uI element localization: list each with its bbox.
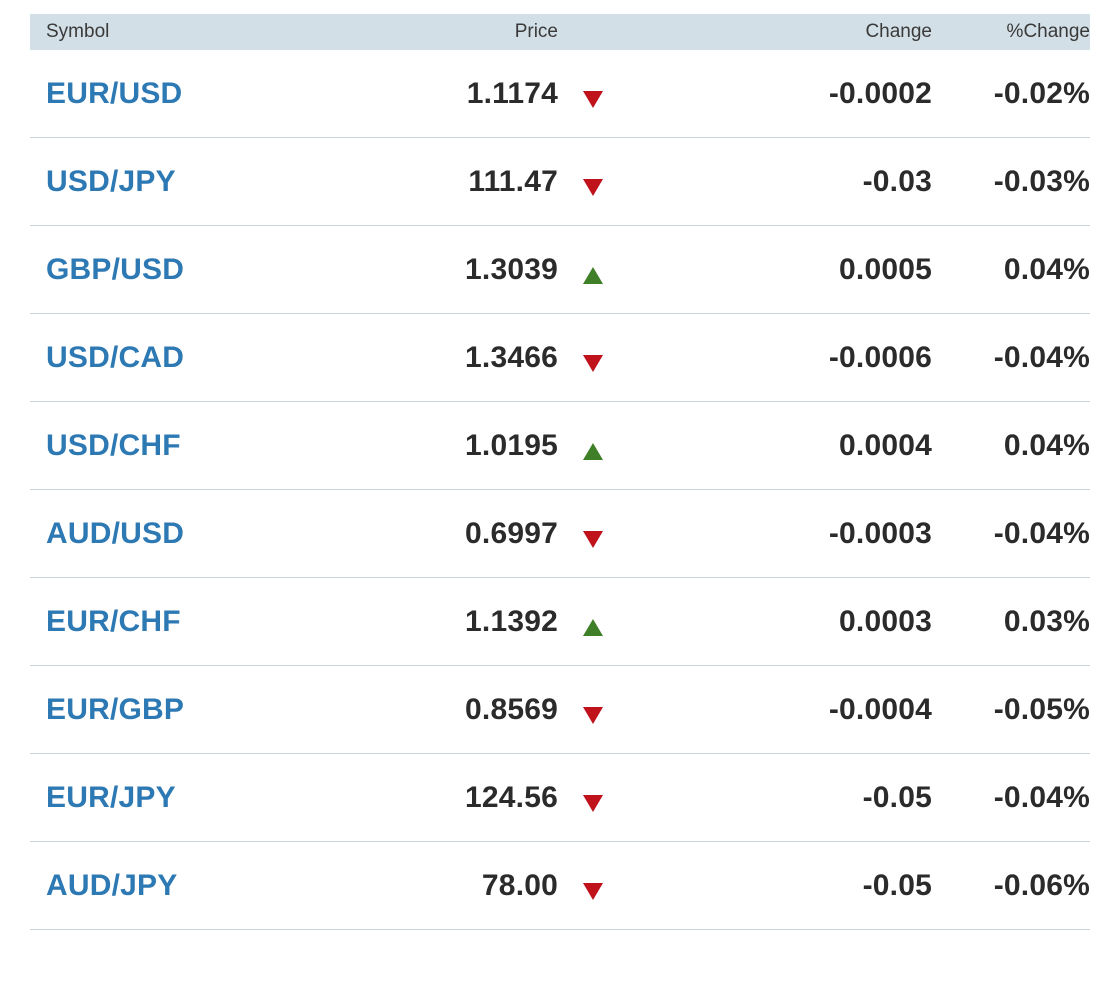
change-value: -0.0004: [828, 692, 932, 726]
table-row: USD/CAD 1.3466 -0.0006 -0.04%: [30, 314, 1090, 402]
percent-change-value: -0.04%: [993, 516, 1090, 550]
percent-change-value: -0.06%: [993, 868, 1090, 902]
triangle-up-icon: [583, 267, 603, 284]
change-value: -0.03: [862, 164, 932, 198]
percent-change-value: 0.03%: [1003, 604, 1090, 638]
change-value: -0.05: [862, 780, 932, 814]
direction-indicator: [558, 883, 628, 900]
currency-quotes-table: Symbol Price Change %Change EUR/USD 1.11…: [30, 14, 1090, 930]
triangle-down-icon: [583, 883, 603, 900]
symbol-link[interactable]: EUR/JPY: [30, 781, 260, 815]
direction-indicator: [558, 179, 628, 196]
price-value: 111.47: [468, 164, 558, 198]
symbol-column-header: Symbol: [46, 21, 110, 42]
direction-indicator: [558, 443, 628, 460]
change-column-header: Change: [865, 21, 932, 42]
price-value: 1.0195: [465, 428, 558, 462]
price-value: 1.3039: [465, 252, 558, 286]
symbol-link[interactable]: EUR/CHF: [30, 605, 260, 639]
price-value: 1.3466: [465, 340, 558, 374]
symbol-link[interactable]: AUD/JPY: [30, 869, 260, 903]
table-row: EUR/GBP 0.8569 -0.0004 -0.05%: [30, 666, 1090, 754]
direction-indicator: [558, 355, 628, 372]
change-value: -0.05: [862, 868, 932, 902]
symbol-link[interactable]: USD/CAD: [30, 341, 260, 375]
table-row: EUR/JPY 124.56 -0.05 -0.04%: [30, 754, 1090, 842]
table-row: GBP/USD 1.3039 0.0005 0.04%: [30, 226, 1090, 314]
percent-change-value: -0.04%: [993, 340, 1090, 374]
change-value: -0.0006: [828, 340, 932, 374]
change-value: -0.0002: [828, 76, 932, 110]
triangle-down-icon: [583, 707, 603, 724]
price-value: 1.1174: [466, 76, 558, 110]
table-row: EUR/USD 1.1174 -0.0002 -0.02%: [30, 50, 1090, 138]
triangle-down-icon: [583, 531, 603, 548]
change-value: 0.0005: [839, 252, 932, 286]
table-row: USD/JPY 111.47 -0.03 -0.03%: [30, 138, 1090, 226]
symbol-link[interactable]: AUD/USD: [30, 517, 260, 551]
price-column-header: Price: [514, 21, 558, 42]
table-row: USD/CHF 1.0195 0.0004 0.04%: [30, 402, 1090, 490]
direction-indicator: [558, 795, 628, 812]
table-row: AUD/USD 0.6997 -0.0003 -0.04%: [30, 490, 1090, 578]
percent-change-value: -0.04%: [993, 780, 1090, 814]
price-value: 124.56: [465, 780, 558, 814]
percent-change-value: -0.03%: [993, 164, 1090, 198]
symbol-link[interactable]: EUR/GBP: [30, 693, 260, 727]
change-value: 0.0003: [839, 604, 932, 638]
percent-change-value: 0.04%: [1003, 252, 1090, 286]
direction-indicator: [558, 267, 628, 284]
percent-change-value: -0.05%: [993, 692, 1090, 726]
direction-indicator: [558, 531, 628, 548]
direction-indicator: [558, 619, 628, 636]
symbol-link[interactable]: USD/CHF: [30, 429, 260, 463]
triangle-up-icon: [583, 443, 603, 460]
triangle-down-icon: [583, 91, 603, 108]
percent-change-value: 0.04%: [1003, 428, 1090, 462]
triangle-up-icon: [583, 619, 603, 636]
triangle-down-icon: [583, 179, 603, 196]
percent-change-value: -0.02%: [993, 76, 1090, 110]
change-value: -0.0003: [828, 516, 932, 550]
price-value: 0.8569: [465, 692, 558, 726]
direction-indicator: [558, 91, 628, 108]
table-header: Symbol Price Change %Change: [30, 14, 1090, 50]
direction-indicator: [558, 707, 628, 724]
price-value: 0.6997: [465, 516, 558, 550]
table-row: EUR/CHF 1.1392 0.0003 0.03%: [30, 578, 1090, 666]
change-value: 0.0004: [839, 428, 932, 462]
table-row: AUD/JPY 78.00 -0.05 -0.06%: [30, 842, 1090, 930]
symbol-link[interactable]: USD/JPY: [30, 165, 260, 199]
triangle-down-icon: [583, 355, 603, 372]
price-value: 1.1392: [465, 604, 558, 638]
percent-change-column-header: %Change: [1006, 21, 1090, 42]
triangle-down-icon: [583, 795, 603, 812]
symbol-link[interactable]: EUR/USD: [30, 77, 260, 111]
table-body: EUR/USD 1.1174 -0.0002 -0.02% USD/JPY 11…: [30, 50, 1090, 930]
symbol-link[interactable]: GBP/USD: [30, 253, 260, 287]
price-value: 78.00: [481, 868, 558, 902]
